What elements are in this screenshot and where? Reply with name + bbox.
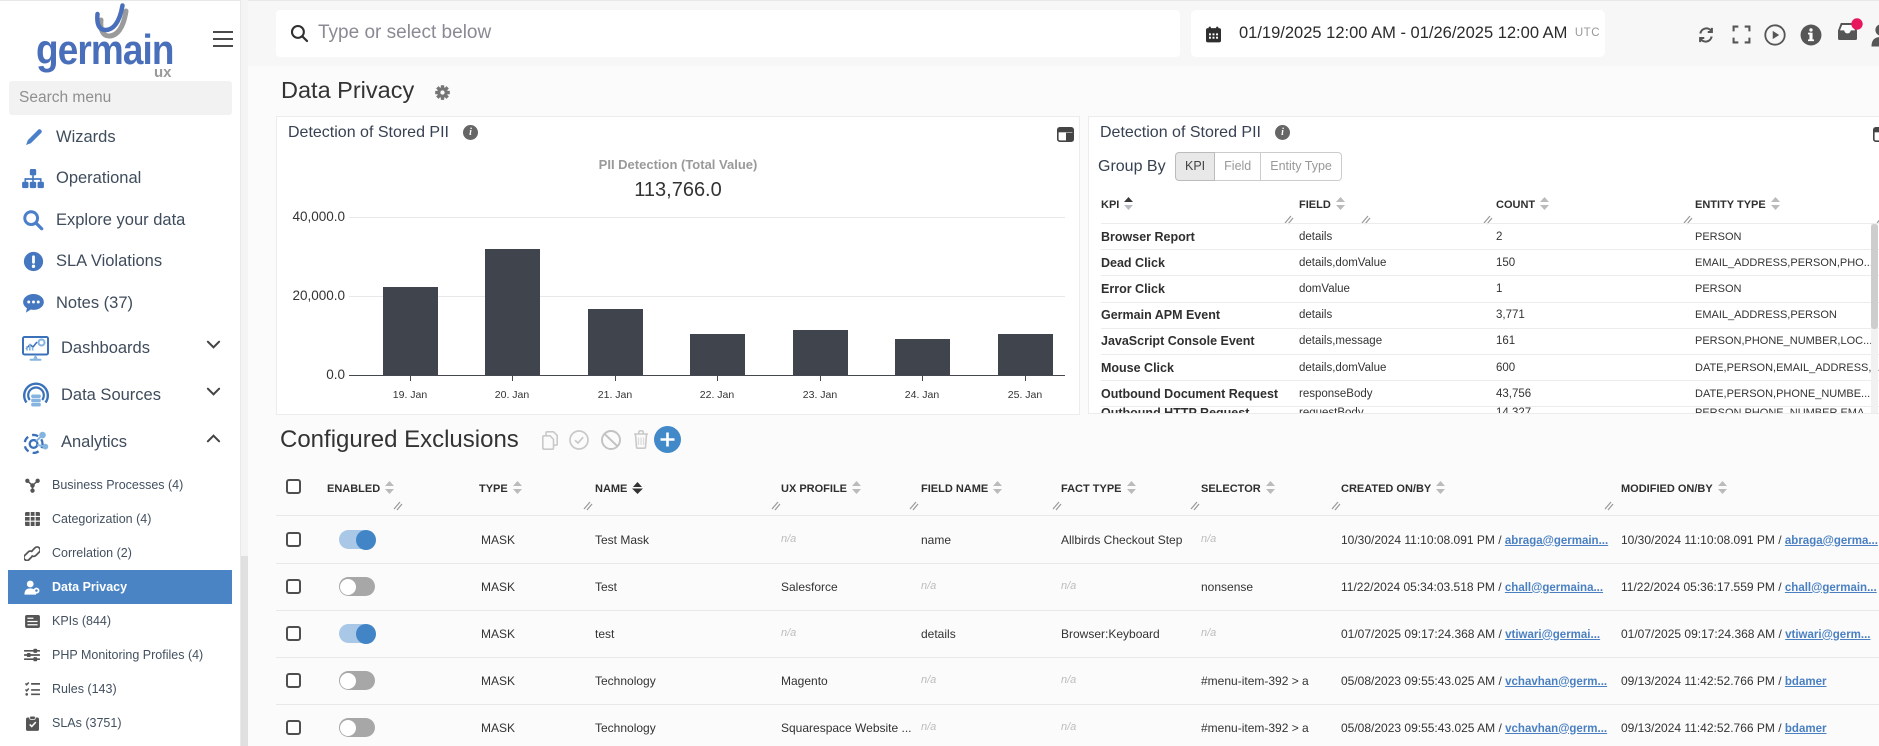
svg-text:germain: germain xyxy=(36,27,174,74)
svg-text:ux: ux xyxy=(154,64,172,80)
